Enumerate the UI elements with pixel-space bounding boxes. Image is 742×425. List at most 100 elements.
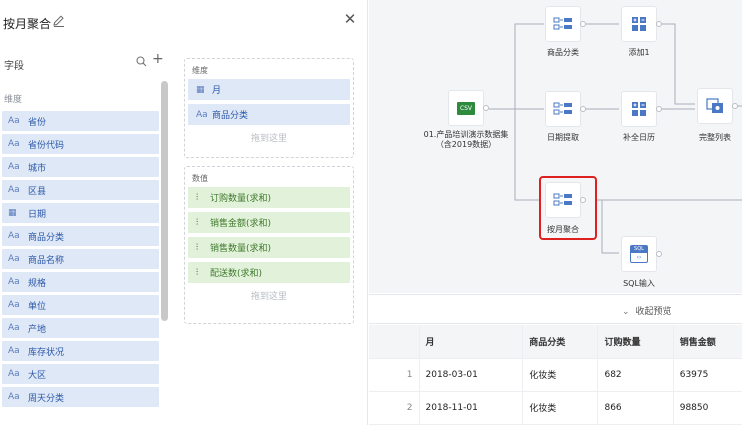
table-cell: 98850: [673, 391, 742, 425]
collapse-preview-button[interactable]: ⌄ 收起预览: [622, 304, 672, 317]
node-config-panel: 按月聚合 ✕ 字段 + 维度 Aa 省份 Aa 省份代码 Aa 城市 Aa 区县 ▦ 日期 Aa 商品…: [0, 0, 368, 425]
measure-chip[interactable]: ⫶ 销售数量(求和): [188, 237, 350, 258]
measure-chip[interactable]: ⫶ 销售金额(求和): [188, 212, 350, 233]
column-header[interactable]: 月: [419, 325, 524, 359]
month-aggregate-node-label: 按月聚合: [547, 225, 579, 234]
add1-node-box[interactable]: [621, 6, 657, 42]
field-item[interactable]: ▦ 日期: [2, 203, 159, 223]
add-field-icon[interactable]: +: [152, 52, 164, 66]
dimension-zone-label: 维度: [192, 66, 208, 75]
measure-chip[interactable]: ⫶ 配送数(求和): [188, 262, 350, 283]
field-name: 周天分类: [28, 393, 65, 404]
join-icon: [706, 98, 723, 113]
month-aggregate-node-box[interactable]: [545, 182, 581, 218]
output-port[interactable]: [580, 197, 586, 203]
text-type-icon: Aa: [8, 392, 20, 402]
transform-icon: [553, 17, 572, 30]
field-name: 日期: [28, 209, 47, 220]
dimension-name: 月: [212, 86, 222, 96]
edit-icon[interactable]: [52, 14, 66, 28]
output-port[interactable]: [656, 251, 662, 257]
transform-icon: [553, 102, 572, 115]
category-node-box[interactable]: [545, 6, 581, 42]
output-port[interactable]: [580, 21, 586, 27]
dimension-chip[interactable]: Aa 商品分类: [188, 104, 350, 125]
fields-label: 字段: [4, 61, 24, 72]
field-list-scrollbar[interactable]: [161, 81, 168, 321]
close-icon[interactable]: ✕: [343, 12, 357, 27]
output-port[interactable]: [656, 21, 662, 27]
field-item[interactable]: Aa 周天分类: [2, 387, 159, 407]
table-cell: 化妆类: [522, 358, 599, 392]
field-item[interactable]: Aa 省份: [2, 111, 159, 131]
field-item[interactable]: Aa 商品分类: [2, 226, 159, 246]
field-item[interactable]: Aa 商品名称: [2, 249, 159, 269]
measure-name: 配送数(求和): [210, 269, 263, 279]
calculator-icon: [632, 17, 646, 31]
measure-name: 订购数量(求和): [210, 194, 272, 204]
measure-bars-icon: ⫶: [196, 267, 199, 278]
measure-drop-zone[interactable]: 数值 ⫶ 订购数量(求和) ⫶ 销售金额(求和) ⫶ 销售数量(求和) ⫶ 配送数(求和) 拖…: [184, 166, 354, 324]
column-header[interactable]: 订购数量: [597, 325, 674, 359]
output-port[interactable]: [483, 105, 489, 111]
dimension-drop-zone[interactable]: 维度 ▦ 月 Aa 商品分类 拖到这里: [184, 58, 354, 158]
table-row: 2 2018-11-01 化妆类 866 98850: [369, 391, 742, 425]
sql-input-node-box[interactable]: SQL ‹›: [621, 236, 657, 272]
flow-canvas[interactable]: CSV 01.产品培训演示数据集（含2019数据） 商品分类 添加1 日期提取 …: [369, 0, 742, 293]
field-item[interactable]: Aa 省份代码: [2, 134, 159, 154]
field-item[interactable]: Aa 库存状况: [2, 341, 159, 361]
column-header[interactable]: 商品分类: [522, 325, 599, 359]
field-name: 省份代码: [28, 140, 65, 151]
full-list-node-box[interactable]: [697, 88, 733, 124]
dimension-chip-list: ▦ 月 Aa 商品分类: [188, 79, 350, 125]
measure-bars-icon: ⫶: [196, 242, 199, 253]
text-type-icon: Aa: [8, 369, 20, 379]
text-type-icon: Aa: [8, 185, 20, 195]
collapse-preview-label: 收起预览: [635, 307, 672, 317]
field-name: 城市: [28, 163, 47, 174]
field-item[interactable]: Aa 规格: [2, 272, 159, 292]
dimension-drop-hint: 拖到这里: [250, 134, 287, 144]
field-name: 区县: [28, 186, 47, 197]
column-header[interactable]: 销售金额: [673, 325, 742, 359]
measure-drop-hint: 拖到这里: [250, 292, 287, 302]
field-item[interactable]: Aa 单位: [2, 295, 159, 315]
row-number: 2: [369, 391, 420, 425]
measure-chip-list: ⫶ 订购数量(求和) ⫶ 销售金额(求和) ⫶ 销售数量(求和) ⫶ 配送数(求和): [188, 187, 350, 283]
date-extract-node-box[interactable]: [545, 91, 581, 127]
preview-table: 月 商品分类 订购数量 销售金额 1 2018-03-01 化妆类 682 63…: [369, 325, 742, 425]
add1-node-label: 添加1: [628, 48, 650, 57]
panel-header: 按月聚合 ✕: [0, 0, 368, 46]
sql-input-node-label: SQL输入: [623, 279, 655, 288]
field-name: 商品名称: [28, 255, 65, 266]
field-item[interactable]: Aa 产地: [2, 318, 159, 338]
table-row: 1 2018-03-01 化妆类 682 63975: [369, 358, 742, 392]
search-icon[interactable]: [136, 56, 147, 67]
fields-column: 字段 + 维度 Aa 省份 Aa 省份代码 Aa 城市 Aa 区县 ▦ 日期 Aa 商品分类 Aa 商品名…: [0, 48, 176, 425]
table-cell: 2018-03-01: [419, 358, 524, 392]
field-item[interactable]: Aa 城市: [2, 157, 159, 177]
dimension-chip[interactable]: ▦ 月: [188, 79, 350, 100]
table-cell: 63975: [673, 358, 742, 392]
output-port[interactable]: [732, 103, 738, 109]
output-port[interactable]: [580, 106, 586, 112]
date-type-icon: ▦: [8, 208, 17, 218]
csv-node-box[interactable]: CSV: [448, 90, 484, 126]
fill-calendar-node-box[interactable]: [621, 91, 657, 127]
field-name: 规格: [28, 278, 47, 289]
table-cell: 682: [597, 358, 674, 392]
field-item[interactable]: Aa 区县: [2, 180, 159, 200]
aggregate-icon: [553, 193, 572, 206]
code-brackets-icon: ‹›: [636, 254, 642, 261]
text-type-icon: Aa: [8, 139, 20, 149]
measure-bars-icon: ⫶: [196, 192, 199, 203]
field-name: 单位: [28, 301, 47, 312]
calculator-icon: [632, 102, 646, 116]
field-item[interactable]: Aa 大区: [2, 364, 159, 384]
output-port[interactable]: [656, 106, 662, 112]
measure-zone-label: 数值: [192, 174, 208, 183]
field-name: 库存状况: [28, 347, 65, 358]
field-name: 产地: [28, 324, 47, 335]
text-type-icon: Aa: [8, 231, 20, 241]
measure-chip[interactable]: ⫶ 订购数量(求和): [188, 187, 350, 208]
